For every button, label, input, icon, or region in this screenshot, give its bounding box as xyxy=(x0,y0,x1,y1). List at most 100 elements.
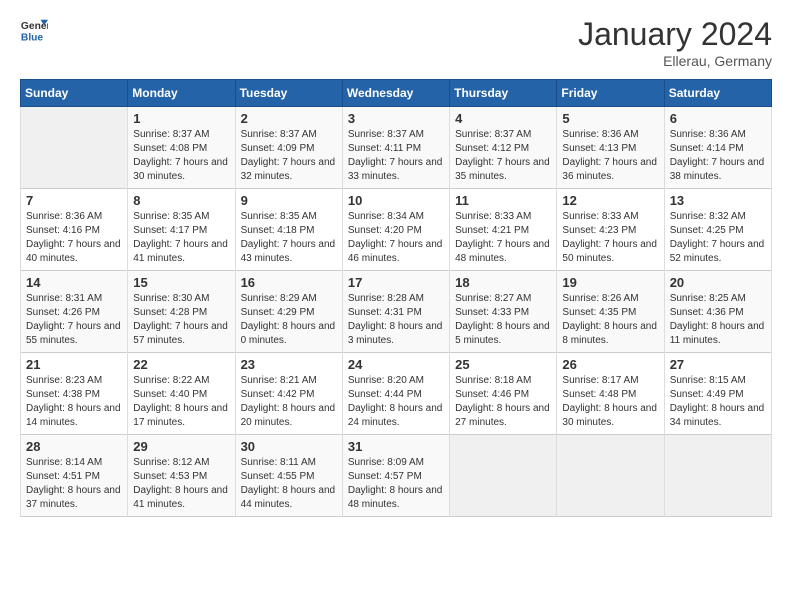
table-row: 31 Sunrise: 8:09 AMSunset: 4:57 PMDaylig… xyxy=(342,435,449,517)
table-row: 18 Sunrise: 8:27 AMSunset: 4:33 PMDaylig… xyxy=(450,271,557,353)
table-row xyxy=(450,435,557,517)
day-number: 24 xyxy=(348,357,444,372)
day-number: 8 xyxy=(133,193,229,208)
day-info: Sunrise: 8:18 AMSunset: 4:46 PMDaylight:… xyxy=(455,374,551,430)
day-number: 14 xyxy=(26,275,122,290)
calendar-week-row: 1 Sunrise: 8:37 AMSunset: 4:08 PMDayligh… xyxy=(21,107,772,189)
col-saturday: Saturday xyxy=(664,80,771,107)
day-info: Sunrise: 8:11 AMSunset: 4:55 PMDaylight:… xyxy=(241,456,337,512)
day-number: 27 xyxy=(670,357,766,372)
day-info: Sunrise: 8:37 AMSunset: 4:08 PMDaylight:… xyxy=(133,128,229,184)
logo: General Blue xyxy=(20,16,48,44)
calendar-week-row: 21 Sunrise: 8:23 AMSunset: 4:38 PMDaylig… xyxy=(21,353,772,435)
day-number: 18 xyxy=(455,275,551,290)
day-info: Sunrise: 8:23 AMSunset: 4:38 PMDaylight:… xyxy=(26,374,122,430)
logo-icon: General Blue xyxy=(20,16,48,44)
day-info: Sunrise: 8:36 AMSunset: 4:14 PMDaylight:… xyxy=(670,128,766,184)
day-number: 22 xyxy=(133,357,229,372)
table-row: 20 Sunrise: 8:25 AMSunset: 4:36 PMDaylig… xyxy=(664,271,771,353)
day-info: Sunrise: 8:37 AMSunset: 4:12 PMDaylight:… xyxy=(455,128,551,184)
day-number: 20 xyxy=(670,275,766,290)
month-title: January 2024 xyxy=(578,16,772,53)
col-sunday: Sunday xyxy=(21,80,128,107)
day-info: Sunrise: 8:27 AMSunset: 4:33 PMDaylight:… xyxy=(455,292,551,348)
day-number: 5 xyxy=(562,111,658,126)
day-info: Sunrise: 8:25 AMSunset: 4:36 PMDaylight:… xyxy=(670,292,766,348)
table-row: 1 Sunrise: 8:37 AMSunset: 4:08 PMDayligh… xyxy=(128,107,235,189)
table-row: 6 Sunrise: 8:36 AMSunset: 4:14 PMDayligh… xyxy=(664,107,771,189)
day-info: Sunrise: 8:28 AMSunset: 4:31 PMDaylight:… xyxy=(348,292,444,348)
day-info: Sunrise: 8:14 AMSunset: 4:51 PMDaylight:… xyxy=(26,456,122,512)
table-row: 21 Sunrise: 8:23 AMSunset: 4:38 PMDaylig… xyxy=(21,353,128,435)
day-number: 6 xyxy=(670,111,766,126)
day-info: Sunrise: 8:17 AMSunset: 4:48 PMDaylight:… xyxy=(562,374,658,430)
day-info: Sunrise: 8:31 AMSunset: 4:26 PMDaylight:… xyxy=(26,292,122,348)
day-number: 7 xyxy=(26,193,122,208)
day-info: Sunrise: 8:35 AMSunset: 4:17 PMDaylight:… xyxy=(133,210,229,266)
calendar-week-row: 28 Sunrise: 8:14 AMSunset: 4:51 PMDaylig… xyxy=(21,435,772,517)
day-number: 23 xyxy=(241,357,337,372)
table-row xyxy=(664,435,771,517)
day-info: Sunrise: 8:37 AMSunset: 4:09 PMDaylight:… xyxy=(241,128,337,184)
col-monday: Monday xyxy=(128,80,235,107)
day-info: Sunrise: 8:35 AMSunset: 4:18 PMDaylight:… xyxy=(241,210,337,266)
table-row: 16 Sunrise: 8:29 AMSunset: 4:29 PMDaylig… xyxy=(235,271,342,353)
table-row: 3 Sunrise: 8:37 AMSunset: 4:11 PMDayligh… xyxy=(342,107,449,189)
day-number: 21 xyxy=(26,357,122,372)
day-number: 15 xyxy=(133,275,229,290)
table-row: 19 Sunrise: 8:26 AMSunset: 4:35 PMDaylig… xyxy=(557,271,664,353)
day-number: 3 xyxy=(348,111,444,126)
calendar-week-row: 14 Sunrise: 8:31 AMSunset: 4:26 PMDaylig… xyxy=(21,271,772,353)
table-row: 26 Sunrise: 8:17 AMSunset: 4:48 PMDaylig… xyxy=(557,353,664,435)
table-row: 25 Sunrise: 8:18 AMSunset: 4:46 PMDaylig… xyxy=(450,353,557,435)
table-row: 9 Sunrise: 8:35 AMSunset: 4:18 PMDayligh… xyxy=(235,189,342,271)
table-row: 5 Sunrise: 8:36 AMSunset: 4:13 PMDayligh… xyxy=(557,107,664,189)
table-row xyxy=(21,107,128,189)
table-row: 30 Sunrise: 8:11 AMSunset: 4:55 PMDaylig… xyxy=(235,435,342,517)
day-info: Sunrise: 8:12 AMSunset: 4:53 PMDaylight:… xyxy=(133,456,229,512)
day-info: Sunrise: 8:32 AMSunset: 4:25 PMDaylight:… xyxy=(670,210,766,266)
page-header: General Blue January 2024 Ellerau, Germa… xyxy=(20,16,772,69)
calendar-week-row: 7 Sunrise: 8:36 AMSunset: 4:16 PMDayligh… xyxy=(21,189,772,271)
table-row: 7 Sunrise: 8:36 AMSunset: 4:16 PMDayligh… xyxy=(21,189,128,271)
day-info: Sunrise: 8:33 AMSunset: 4:21 PMDaylight:… xyxy=(455,210,551,266)
day-number: 29 xyxy=(133,439,229,454)
day-number: 12 xyxy=(562,193,658,208)
day-number: 17 xyxy=(348,275,444,290)
day-number: 4 xyxy=(455,111,551,126)
day-info: Sunrise: 8:20 AMSunset: 4:44 PMDaylight:… xyxy=(348,374,444,430)
day-info: Sunrise: 8:33 AMSunset: 4:23 PMDaylight:… xyxy=(562,210,658,266)
day-number: 13 xyxy=(670,193,766,208)
day-number: 25 xyxy=(455,357,551,372)
table-row xyxy=(557,435,664,517)
day-number: 28 xyxy=(26,439,122,454)
table-row: 11 Sunrise: 8:33 AMSunset: 4:21 PMDaylig… xyxy=(450,189,557,271)
day-number: 16 xyxy=(241,275,337,290)
col-tuesday: Tuesday xyxy=(235,80,342,107)
day-number: 1 xyxy=(133,111,229,126)
day-info: Sunrise: 8:36 AMSunset: 4:13 PMDaylight:… xyxy=(562,128,658,184)
day-info: Sunrise: 8:29 AMSunset: 4:29 PMDaylight:… xyxy=(241,292,337,348)
table-row: 28 Sunrise: 8:14 AMSunset: 4:51 PMDaylig… xyxy=(21,435,128,517)
day-info: Sunrise: 8:09 AMSunset: 4:57 PMDaylight:… xyxy=(348,456,444,512)
table-row: 13 Sunrise: 8:32 AMSunset: 4:25 PMDaylig… xyxy=(664,189,771,271)
day-info: Sunrise: 8:36 AMSunset: 4:16 PMDaylight:… xyxy=(26,210,122,266)
day-info: Sunrise: 8:21 AMSunset: 4:42 PMDaylight:… xyxy=(241,374,337,430)
col-wednesday: Wednesday xyxy=(342,80,449,107)
day-number: 11 xyxy=(455,193,551,208)
table-row: 10 Sunrise: 8:34 AMSunset: 4:20 PMDaylig… xyxy=(342,189,449,271)
table-row: 29 Sunrise: 8:12 AMSunset: 4:53 PMDaylig… xyxy=(128,435,235,517)
table-row: 24 Sunrise: 8:20 AMSunset: 4:44 PMDaylig… xyxy=(342,353,449,435)
day-info: Sunrise: 8:22 AMSunset: 4:40 PMDaylight:… xyxy=(133,374,229,430)
table-row: 15 Sunrise: 8:30 AMSunset: 4:28 PMDaylig… xyxy=(128,271,235,353)
day-info: Sunrise: 8:15 AMSunset: 4:49 PMDaylight:… xyxy=(670,374,766,430)
table-row: 12 Sunrise: 8:33 AMSunset: 4:23 PMDaylig… xyxy=(557,189,664,271)
day-info: Sunrise: 8:37 AMSunset: 4:11 PMDaylight:… xyxy=(348,128,444,184)
day-number: 9 xyxy=(241,193,337,208)
day-info: Sunrise: 8:30 AMSunset: 4:28 PMDaylight:… xyxy=(133,292,229,348)
table-row: 27 Sunrise: 8:15 AMSunset: 4:49 PMDaylig… xyxy=(664,353,771,435)
day-number: 10 xyxy=(348,193,444,208)
table-row: 8 Sunrise: 8:35 AMSunset: 4:17 PMDayligh… xyxy=(128,189,235,271)
table-row: 17 Sunrise: 8:28 AMSunset: 4:31 PMDaylig… xyxy=(342,271,449,353)
calendar-table: Sunday Monday Tuesday Wednesday Thursday… xyxy=(20,79,772,517)
